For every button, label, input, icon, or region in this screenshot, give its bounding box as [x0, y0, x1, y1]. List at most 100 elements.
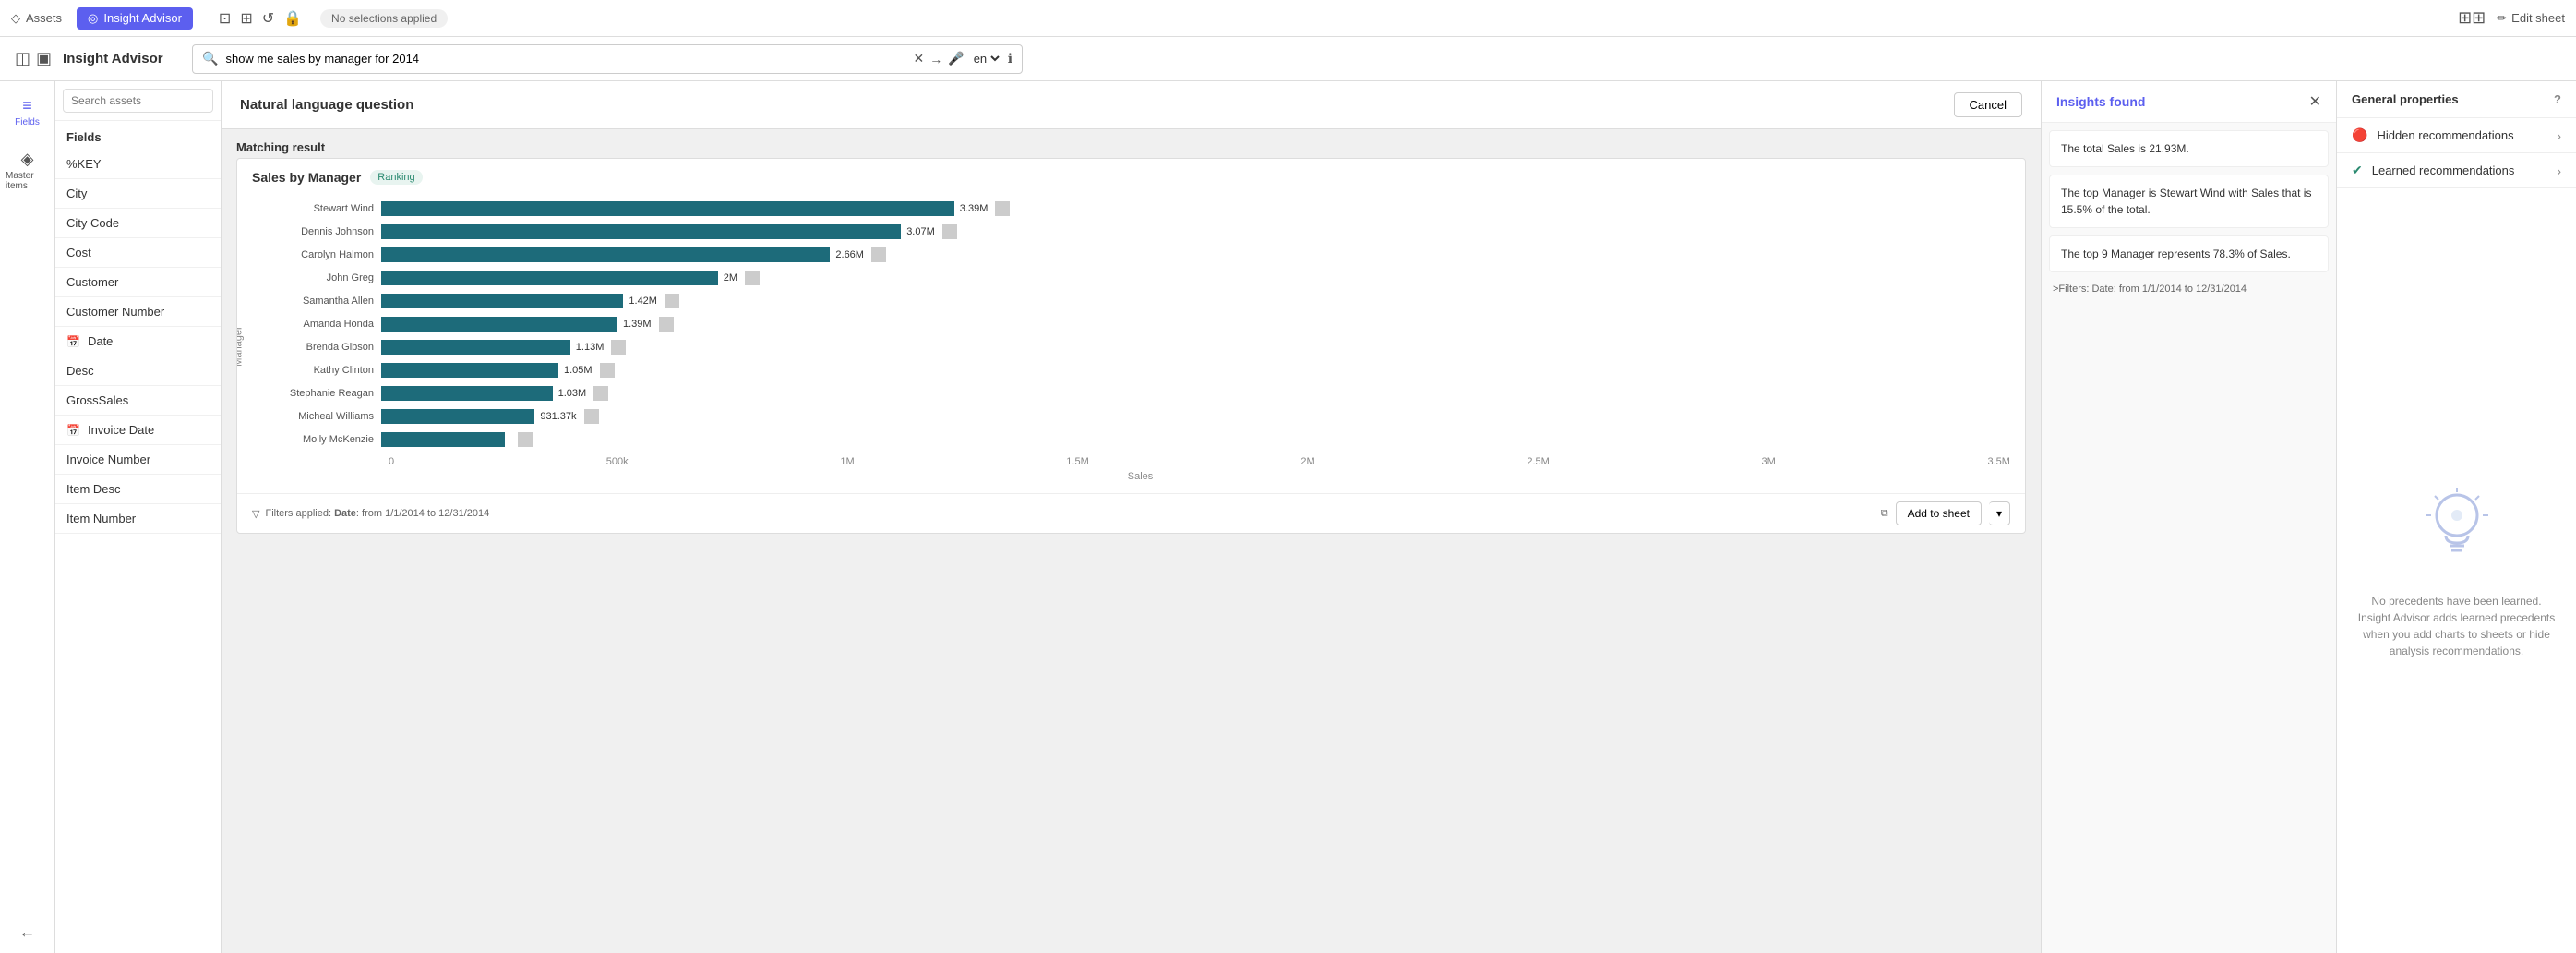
top-bar-right: ⊞⊞ ✏ Edit sheet	[2458, 8, 2565, 28]
bar-chart: Stewart Wind3.39MDennis Johnson3.07MCaro…	[270, 199, 2010, 450]
field-item[interactable]: Item Desc	[55, 475, 221, 504]
hidden-recommendations-row[interactable]: 🔴 Hidden recommendations ›	[2337, 118, 2576, 153]
bar-fill	[381, 271, 718, 285]
bar-label: Kathy Clinton	[270, 365, 381, 376]
field-item[interactable]: GrossSales	[55, 386, 221, 416]
bar-value: 2.66M	[835, 249, 864, 260]
ranking-badge: Ranking	[370, 170, 422, 185]
bar-side-indicator	[665, 294, 679, 308]
field-item[interactable]: Desc	[55, 356, 221, 386]
help-icon[interactable]: ?	[2554, 92, 2561, 106]
field-item[interactable]: 📅 Invoice Date	[55, 416, 221, 445]
insights-panel: Insights found ✕ The total Sales is 21.9…	[2041, 81, 2336, 953]
field-label: Invoice Date	[88, 423, 154, 437]
edit-sheet-button[interactable]: ✏ Edit sheet	[2497, 11, 2565, 26]
fields-list: %KEYCity City Code Cost CustomerCustomer Nu…	[55, 150, 221, 953]
bar-side-indicator	[995, 201, 1010, 216]
field-label: Item Number	[66, 512, 136, 525]
bar-container: 1.39M	[381, 317, 2010, 332]
lightbulb-area: No precedents have been learned. Insight…	[2337, 188, 2576, 953]
field-item[interactable]: 📅 Date	[55, 327, 221, 356]
chart-footer-right: ⧉ Add to sheet ▾	[1881, 501, 2010, 525]
insights-filter-text: >Filters: Date: from 1/1/2014 to 12/31/2…	[2049, 283, 2329, 295]
rotate-icon[interactable]: ↺	[262, 9, 274, 28]
bar-row: Stewart Wind3.39M	[270, 199, 2010, 219]
field-item[interactable]: %KEY	[55, 150, 221, 179]
bar-label: Dennis Johnson	[270, 226, 381, 237]
field-label: Item Desc	[66, 482, 121, 496]
language-select[interactable]: en	[970, 51, 1002, 66]
learned-recommendations-row[interactable]: ✔ Learned recommendations ›	[2337, 153, 2576, 188]
zoom-icon[interactable]: ⊡	[219, 9, 231, 28]
field-label: City Code	[66, 216, 119, 230]
field-item[interactable]: Customer Number	[55, 297, 221, 327]
chart-title: Sales by Manager	[252, 170, 361, 185]
grid-icon[interactable]: ⊞⊞	[2458, 8, 2486, 28]
hidden-rec-icon: 🔴	[2352, 127, 2367, 143]
bar-value: 931.37k	[540, 411, 576, 422]
field-item[interactable]: City Code	[55, 209, 221, 238]
share-icon[interactable]: ⧉	[1881, 508, 1888, 520]
matching-title: Matching result	[236, 140, 325, 154]
x-axis-title: Sales	[270, 467, 2010, 486]
bar-fill	[381, 340, 570, 355]
search-assets-input[interactable]	[63, 89, 213, 113]
bar-row: Kathy Clinton 1.05M	[270, 360, 2010, 380]
bar-fill	[381, 409, 534, 424]
assets-tab[interactable]: ◇ Assets	[11, 11, 62, 26]
layout-icon-1[interactable]: ◫	[15, 49, 30, 68]
fields-header: Fields	[55, 121, 221, 150]
bar-row: Micheal Williams931.37k	[270, 406, 2010, 427]
search-actions: ✕ → 🎤 en ℹ	[914, 51, 1013, 66]
field-item[interactable]: Customer	[55, 268, 221, 297]
bar-row: John Greg2M	[270, 268, 2010, 288]
field-item[interactable]: City	[55, 179, 221, 209]
fields-icon: ≡	[22, 96, 32, 115]
insights-close-button[interactable]: ✕	[2309, 92, 2321, 111]
selections-pill: No selections applied	[320, 9, 448, 28]
search-icon: 🔍	[202, 51, 218, 66]
bar-container: 1.03M	[381, 386, 2010, 401]
left-sidebar: ≡ Fields ◈ Master items ←	[0, 81, 55, 953]
hidden-rec-label: Hidden recommendations	[2377, 128, 2513, 142]
forward-icon[interactable]: →	[929, 52, 942, 66]
collapse-sidebar-btn[interactable]: ←	[19, 923, 36, 942]
bar-fill	[381, 386, 553, 401]
insight-icon: ◎	[88, 11, 98, 26]
field-label: Date	[88, 334, 113, 348]
bar-value: 1.42M	[629, 296, 657, 307]
date-icon: 📅	[66, 335, 80, 348]
info-icon[interactable]: ℹ	[1008, 51, 1012, 66]
bar-fill	[381, 432, 505, 447]
bar-value: 1.05M	[564, 365, 593, 376]
lock-icon[interactable]: 🔒	[283, 9, 302, 28]
hidden-rec-left: 🔴 Hidden recommendations	[2352, 127, 2514, 143]
expand-icon[interactable]: ⊞	[240, 9, 252, 28]
field-item[interactable]: Cost	[55, 238, 221, 268]
sidebar-fields-btn[interactable]: ≡ Fields	[9, 89, 45, 135]
bar-label: Samantha Allen	[270, 296, 381, 307]
bar-side-indicator	[600, 363, 615, 378]
field-item[interactable]: Item Number	[55, 504, 221, 534]
bar-container: 2M	[381, 271, 2010, 285]
mic-icon[interactable]: 🎤	[948, 51, 964, 66]
cancel-button[interactable]: Cancel	[1954, 92, 2022, 117]
sidebar-master-btn[interactable]: ◈ Master items	[0, 142, 54, 199]
bar-label: Brenda Gibson	[270, 342, 381, 353]
search-input[interactable]	[225, 52, 898, 66]
layout-icon-2[interactable]: ▣	[36, 49, 52, 68]
bar-container: 3.39M	[381, 201, 2010, 216]
field-item[interactable]: Invoice Number	[55, 445, 221, 475]
date-icon: 📅	[66, 424, 80, 437]
chart-area: Stewart Wind3.39MDennis Johnson3.07MCaro…	[256, 199, 2025, 493]
add-to-sheet-button[interactable]: Add to sheet	[1896, 501, 1982, 525]
insight-card: The total Sales is 21.93M.	[2049, 130, 2329, 167]
field-label: Cost	[66, 246, 91, 259]
insight-tab[interactable]: ◎ Insight Advisor	[77, 7, 193, 30]
field-label: GrossSales	[66, 393, 128, 407]
bar-container: 1.05M	[381, 363, 2010, 378]
clear-icon[interactable]: ✕	[914, 51, 925, 66]
add-sheet-dropdown[interactable]: ▾	[1989, 501, 2010, 525]
bar-row: Amanda Honda1.39M	[270, 314, 2010, 334]
bar-row: Samantha Allen 1.42M	[270, 291, 2010, 311]
